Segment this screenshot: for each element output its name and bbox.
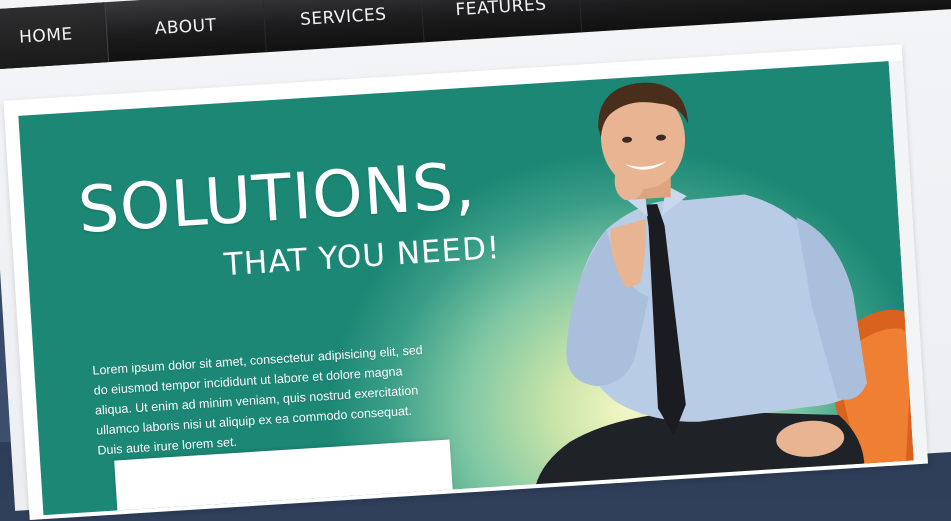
nav-label-features: FEATURES: [454, 0, 548, 21]
website-mockup: HOME ABOUT SERVICES FEATURES SOLUTIONS, …: [0, 0, 951, 520]
hero-subheadline: THAT YOU NEED!: [223, 229, 502, 284]
nav-label-about: ABOUT: [154, 15, 218, 40]
nav-item-home[interactable]: HOME: [0, 2, 110, 70]
hero-banner: SOLUTIONS, THAT YOU NEED! Lorem ipsum do…: [3, 44, 928, 520]
hero-headline: SOLUTIONS,: [76, 149, 478, 249]
businessman-photo-icon: [533, 82, 914, 505]
nav-label-home: HOME: [18, 24, 74, 48]
nav-item-about[interactable]: ABOUT: [105, 0, 267, 63]
nav-label-services: SERVICES: [299, 4, 388, 31]
hero-background: SOLUTIONS, THAT YOU NEED! Lorem ipsum do…: [18, 61, 914, 516]
